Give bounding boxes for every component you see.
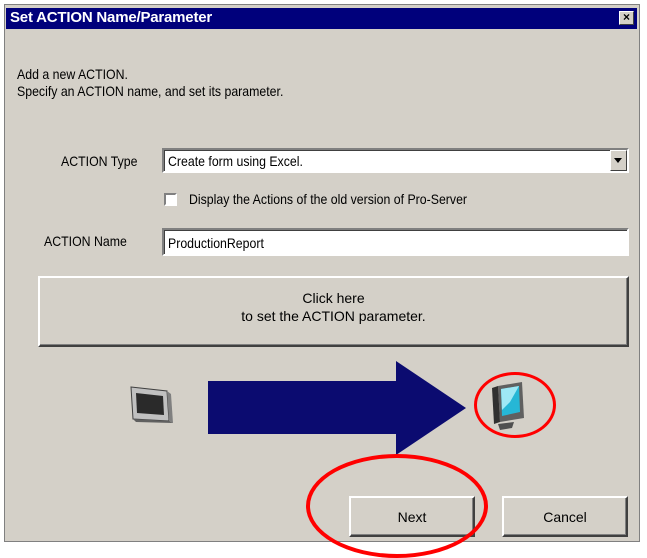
old-version-checkbox[interactable] bbox=[164, 193, 177, 206]
chevron-down-icon[interactable] bbox=[610, 150, 627, 171]
action-type-value: Create form using Excel. bbox=[168, 153, 303, 169]
monitor-highlight-circle bbox=[474, 372, 556, 438]
set-parameter-line-1: Click here bbox=[302, 290, 365, 306]
display-panel-icon bbox=[130, 386, 173, 423]
action-type-label: ACTION Type bbox=[61, 153, 138, 169]
action-name-value: ProductionReport bbox=[168, 235, 264, 251]
set-parameter-line-2: to set the ACTION parameter. bbox=[241, 308, 426, 324]
action-name-label: ACTION Name bbox=[44, 233, 127, 249]
title-bar: Set ACTION Name/Parameter × bbox=[6, 8, 637, 29]
set-parameter-button[interactable]: Click here to set the ACTION parameter. bbox=[38, 276, 629, 347]
action-name-input[interactable]: ProductionReport bbox=[162, 228, 629, 256]
close-icon[interactable]: × bbox=[619, 11, 634, 25]
dialog-title: Set ACTION Name/Parameter bbox=[10, 9, 213, 26]
cancel-label: Cancel bbox=[543, 509, 587, 525]
old-version-checkbox-label: Display the Actions of the old version o… bbox=[189, 191, 468, 207]
cancel-button[interactable]: Cancel bbox=[502, 496, 628, 537]
next-highlight-circle bbox=[306, 454, 488, 558]
intro-line-1: Add a new ACTION. bbox=[17, 66, 128, 82]
action-type-select[interactable]: Create form using Excel. bbox=[162, 148, 629, 173]
right-arrow-icon bbox=[208, 361, 466, 455]
intro-line-2: Specify an ACTION name, and set its para… bbox=[17, 83, 284, 99]
